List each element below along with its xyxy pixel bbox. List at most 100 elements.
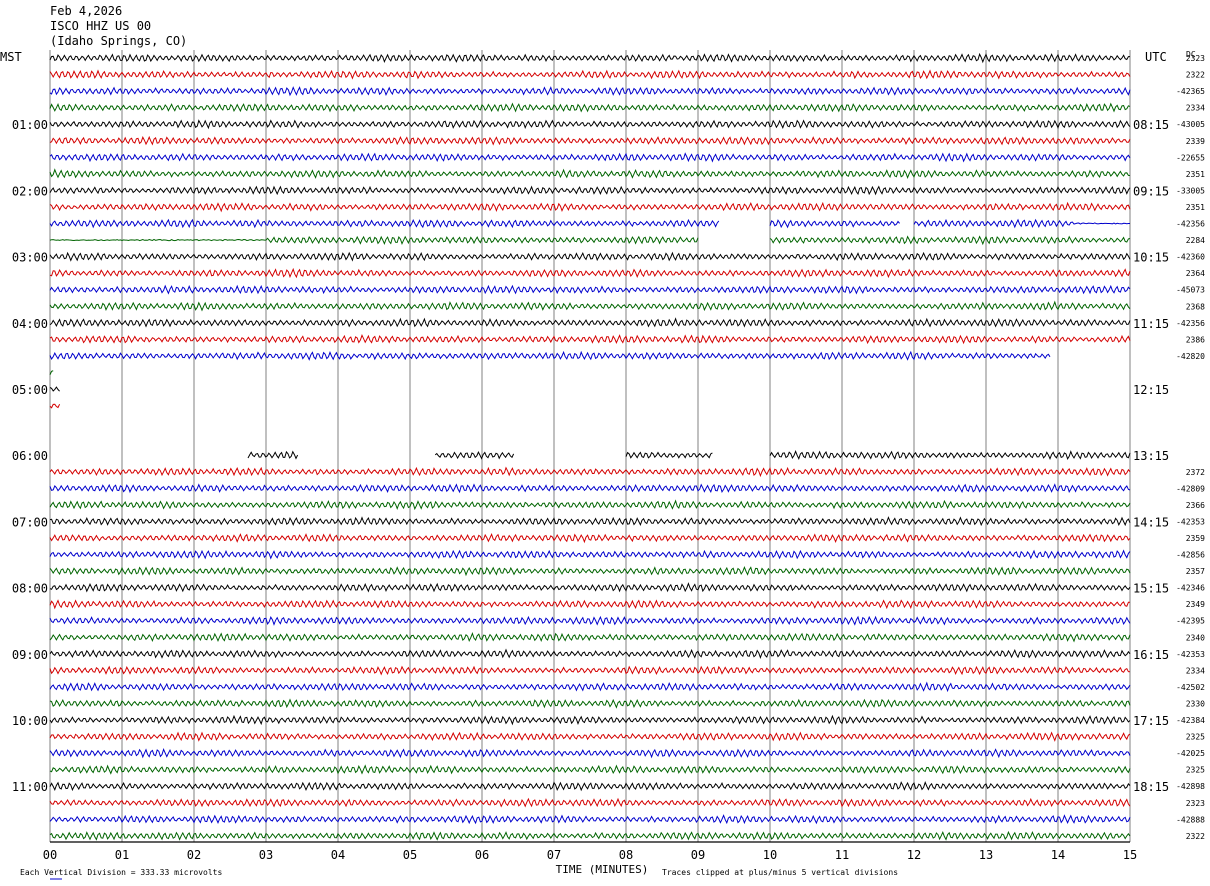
helicorder-plot: 2323 2322 -42365 2334 -43005 2339 -22655 2351 -3… [0,50,1205,880]
dc-offset-29: 2359 [1186,534,1205,543]
dc-offset-13: 2364 [1186,269,1205,278]
trace-segment-11-1 [769,235,1131,246]
trace-segment-36-0 [49,648,1131,659]
trace-row-17 [49,334,1131,345]
dc-offset-28: -42353 [1176,517,1205,526]
trace-row-37 [49,665,1131,676]
trace-row-6 [49,152,1131,163]
trace-segment-6-0 [49,152,1131,163]
right-hour-label-4: 12:15 [1133,383,1169,397]
left-hour-label-5: 06:00 [12,449,48,463]
trace-segment-1-0 [49,69,1131,80]
trace-segment-27-0 [49,499,1131,511]
trace-segment-10-2 [913,218,1131,229]
trace-row-40 [49,714,1131,726]
trace-row-42 [49,747,1131,759]
dc-label: DC [1186,50,1196,59]
dc-offset-27: 2366 [1186,501,1205,510]
mst-label: MST [0,50,22,64]
trace-row-12 [49,251,1131,262]
trace-segment-3-0 [49,102,1131,113]
trace-row-13 [49,267,1131,279]
trace-segment-8-0 [49,185,1131,196]
trace-row-45 [49,797,1131,808]
dc-offset-34: -42395 [1176,617,1205,626]
trace-row-26 [49,483,1131,494]
trace-row-36 [49,648,1131,659]
trace-segment-47-0 [49,830,1131,841]
trace-row-3 [49,102,1131,113]
dc-offset-17: 2386 [1186,335,1205,344]
trace-row-44 [49,781,1131,792]
trace-segment-41-0 [49,731,1131,742]
trace-segment-24-2 [625,451,713,459]
trace-row-47 [49,830,1131,841]
trace-segment-40-0 [49,714,1131,726]
trace-segment-11-0 [49,235,699,246]
trace-row-0 [49,52,1131,64]
trace-segment-44-0 [49,781,1131,792]
trace-segment-31-0 [49,566,1131,577]
dc-offset-4: -43005 [1176,120,1205,129]
dc-offset-1: 2322 [1186,71,1205,80]
dc-offset-7: 2351 [1186,170,1205,179]
x-tick-05: 05 [403,848,417,862]
dc-offset-25: 2372 [1186,468,1205,477]
trace-segment-2-0 [49,86,1131,97]
trace-row-9 [49,201,1131,213]
trace-row-24 [247,450,1131,461]
right-hour-label-1: 09:15 [1133,184,1169,198]
trace-segment-14-0 [49,284,1131,295]
axis-labels: 2323 2322 -42365 2334 -43005 2339 -22655 2351 -3… [0,50,1205,880]
dc-offset-32: -42346 [1176,584,1205,593]
trace-segment-46-0 [49,814,1131,825]
left-hour-label-6: 07:00 [12,515,48,529]
trace-row-1 [49,69,1131,80]
left-hour-label-3: 04:00 [12,317,48,331]
trace-row-34 [49,615,1131,626]
trace-segment-17-0 [49,334,1131,345]
trace-row-31 [49,566,1131,577]
left-hour-label-1: 02:00 [12,184,48,198]
dc-offset-43: 2325 [1186,766,1205,775]
trace-row-2 [49,86,1131,97]
x-tick-13: 13 [979,848,993,862]
dc-offset-37: 2334 [1186,666,1205,675]
trace-segment-10-1 [769,219,900,229]
x-tick-02: 02 [187,848,201,862]
x-axis-title: TIME (MINUTES) [556,863,649,876]
dc-offset-33: 2349 [1186,600,1205,609]
dc-offset-6: -22655 [1176,153,1205,162]
right-hour-label-5: 13:15 [1133,449,1169,463]
right-hour-label-6: 14:15 [1133,515,1169,529]
dc-offset-16: -42356 [1176,319,1205,328]
dc-offset-15: 2368 [1186,302,1205,311]
trace-row-11 [49,235,1131,246]
right-hour-label-7: 15:15 [1133,582,1169,596]
left-hour-label-0: 01:00 [12,118,48,132]
trace-segment-33-0 [49,599,1131,610]
trace-segment-39-0 [49,698,1131,709]
trace-row-28 [49,516,1131,527]
x-tick-07: 07 [547,848,561,862]
utc-label: UTC [1145,50,1167,64]
trace-segment-42-0 [49,747,1131,759]
dc-offset-8: -33005 [1176,186,1205,195]
dc-offset-39: 2330 [1186,699,1205,708]
trace-row-15 [49,300,1131,312]
trace-row-43 [49,764,1131,775]
right-hour-label-8: 16:15 [1133,648,1169,662]
left-hour-label-9: 10:00 [12,714,48,728]
left-hour-label-10: 11:00 [12,780,48,794]
dc-offset-35: 2340 [1186,633,1205,642]
dc-offset-30: -42856 [1176,551,1205,560]
trace-segment-26-0 [49,483,1131,494]
right-hour-label-2: 10:15 [1133,251,1169,265]
x-tick-01: 01 [115,848,129,862]
trace-segment-4-0 [49,119,1131,130]
trace-segment-10-0 [49,218,720,229]
x-tick-03: 03 [259,848,273,862]
dc-offset-38: -42502 [1176,683,1205,692]
dc-offset-47: 2322 [1186,832,1205,841]
trace-segment-15-0 [49,300,1131,312]
